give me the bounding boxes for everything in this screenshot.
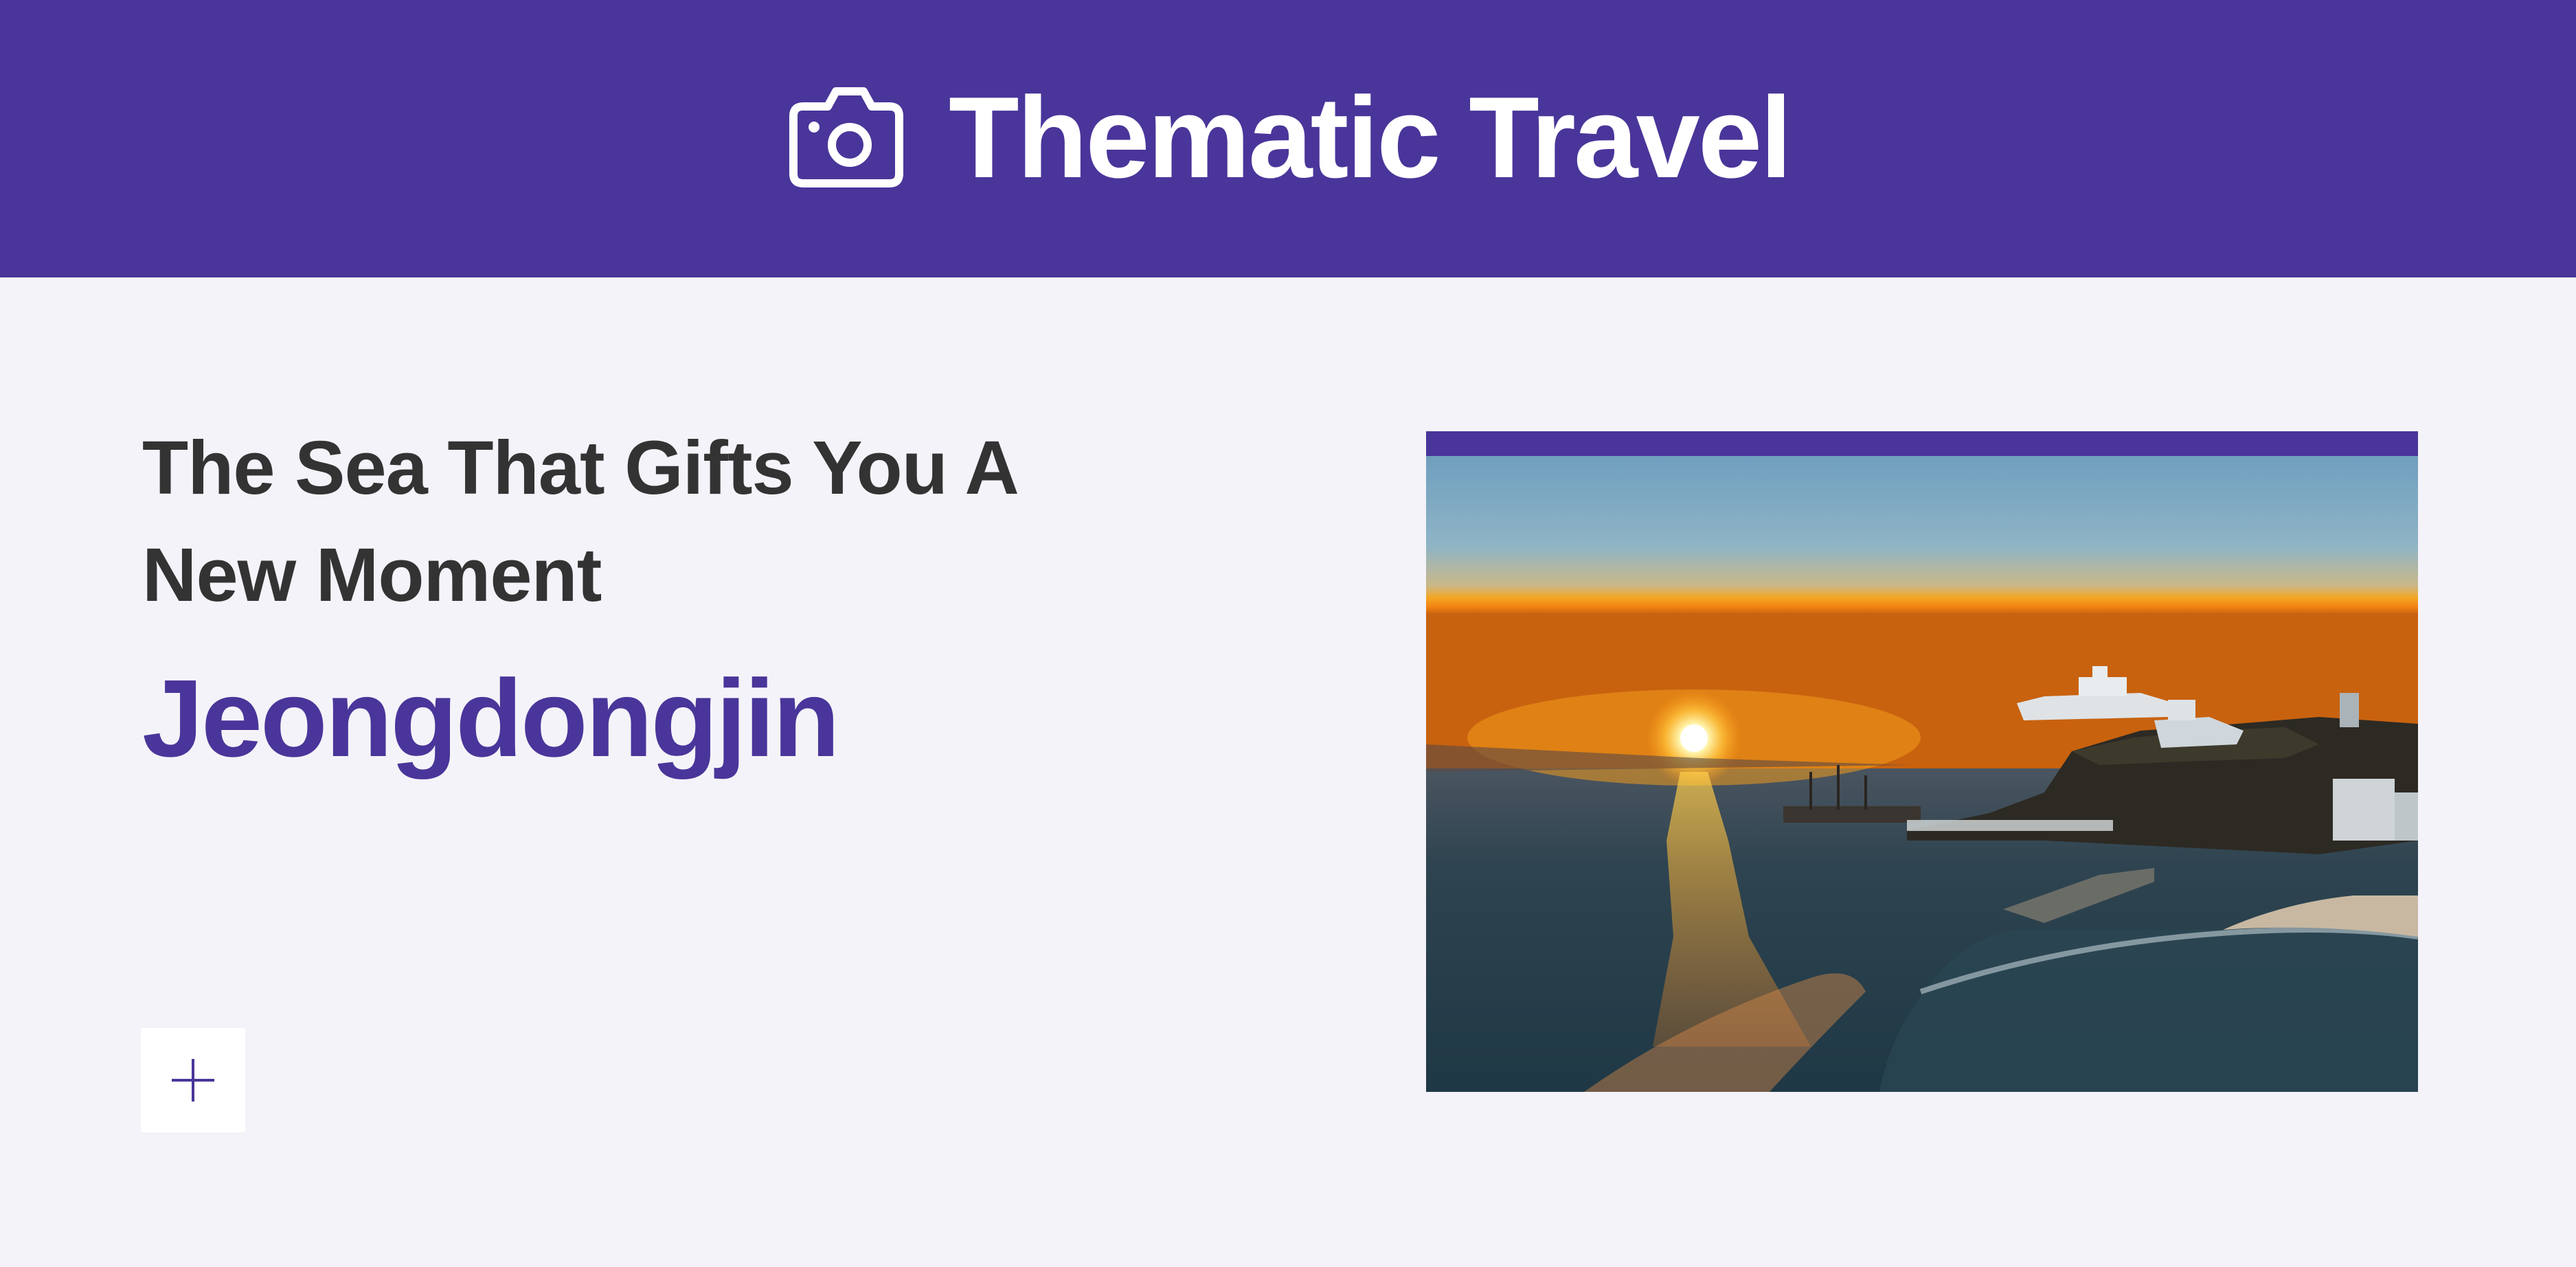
app-title: Thematic Travel <box>949 73 1792 202</box>
app-header: Thematic Travel <box>0 0 2576 277</box>
article-subtitle: The Sea That Gifts You A New Moment <box>142 426 1017 617</box>
expand-button[interactable] <box>141 1028 245 1132</box>
sunrise-photo <box>1426 456 2418 1092</box>
featured-photo-card[interactable] <box>1426 431 2418 1092</box>
header-brand[interactable]: Thematic Travel <box>787 73 1792 202</box>
camera-icon <box>789 87 903 187</box>
plus-icon <box>172 1059 214 1102</box>
place-name: Jeongdongjin <box>142 657 840 779</box>
